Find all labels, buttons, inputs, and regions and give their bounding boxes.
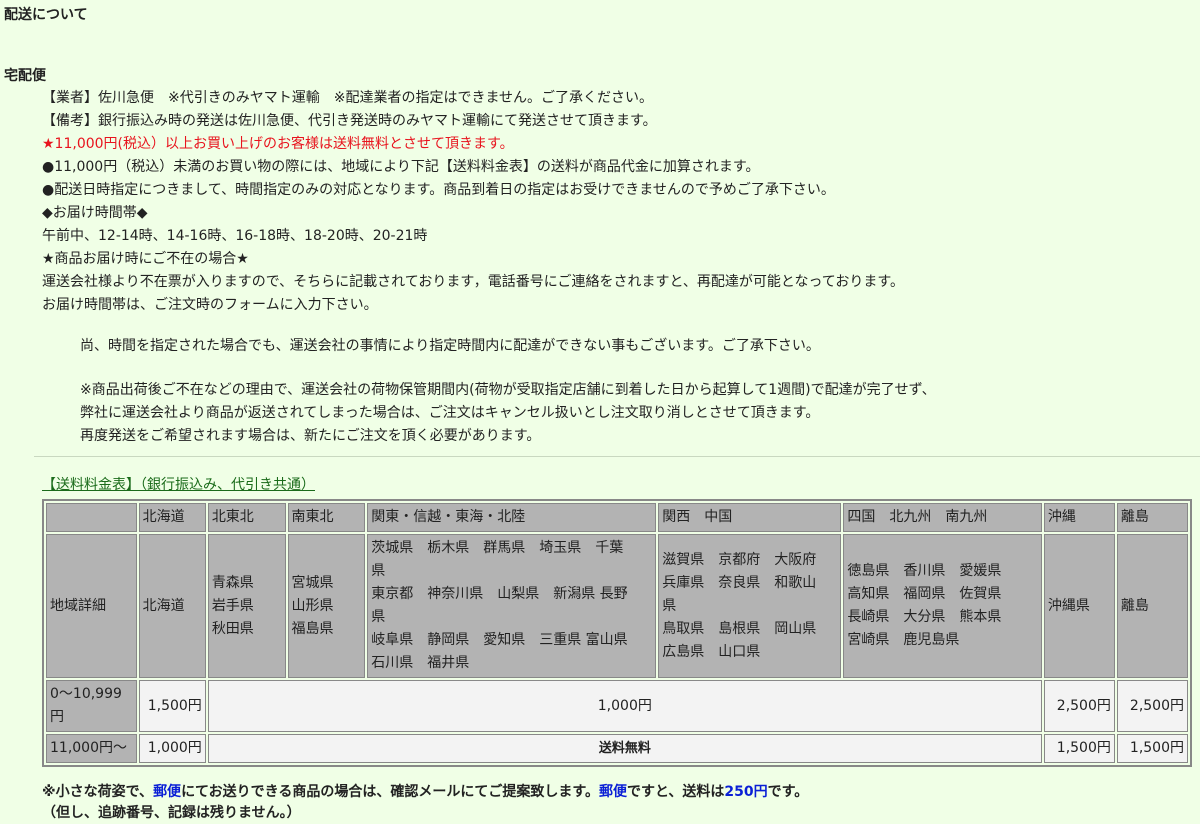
pref: 宮城県	[291, 574, 334, 591]
row2-hokkaido: 1,000円	[138, 734, 206, 763]
row1-ritou: 2,500円	[1116, 680, 1188, 732]
pref: 秋田県	[211, 620, 254, 637]
absent-text-1: 運送会社様より不在票が入りますので、そちらに記載されております，電話番号にご連絡…	[42, 274, 904, 290]
detail-kita-tohoku: 青森県 岩手県 秋田県	[207, 534, 286, 678]
header-shikoku-kyushu: 四国 北九州 南九州	[843, 503, 1042, 532]
row2-free-shipping: 送料無料	[207, 734, 1042, 763]
note-return-1: ※商品出荷後ご不在などの理由で、運送会社の荷物保管期間内(荷物が受取指定店舗に到…	[80, 382, 936, 398]
absent-text-2: お届け時間帯は、ご注文時のフォームに入力下さい。	[42, 297, 378, 313]
page-title: 配送について	[4, 7, 88, 23]
detail-okinawa: 沖縄県	[1043, 534, 1115, 678]
detail-label: 地域詳細	[46, 534, 137, 678]
free-shipping-line: ★11,000円(税込）以上お買い上げのお客様は送料無料とさせて頂きます。	[42, 136, 514, 152]
note-return-3: 再度発送をご希望されます場合は、新たにご注文を頂く必要があります。	[80, 428, 541, 444]
pref-line: 県	[662, 597, 677, 614]
row1-label: 0〜10,999円	[46, 680, 137, 732]
shipping-fee-table: 北海道 北東北 南東北 関東・信越・東海・北陸 関西 中国 四国 北九州 南九州…	[42, 499, 1192, 767]
footer-text: ですと、送料は	[626, 784, 725, 800]
footer-note: ※小さな荷姿で、郵便にてお送りできる商品の場合は、確認メールにてご提案致します。…	[42, 782, 808, 803]
pref-line: 宮崎県 鹿児島県	[847, 632, 960, 648]
delivery-time-line: ●配送日時指定につきまして、時間指定のみの対応となります。商品到着日の指定はお受…	[42, 182, 835, 198]
row2-label: 11,000円〜	[46, 734, 137, 763]
postal-price: 250円	[724, 784, 768, 800]
footer-note-2: （但し、追跡番号、記録は残りません。）	[42, 805, 301, 821]
pref: 岩手県	[211, 597, 254, 614]
pref-line: 滋賀県 京都府 大阪府	[662, 551, 817, 568]
detail-kanto: 茨城県 栃木県 群馬県 埼玉県 千葉 県 東京都 神奈川県 山梨県 新潟県 長野…	[367, 534, 657, 678]
divider	[34, 456, 1200, 457]
header-minami-tohoku: 南東北	[287, 503, 366, 532]
pref-line: 県	[371, 563, 386, 579]
pref-line: 長崎県 大分県 熊本県	[847, 609, 1002, 625]
yubin-text: 郵便	[598, 784, 627, 800]
footer-text: です。	[767, 784, 809, 800]
section-title: 宅配便	[4, 68, 46, 84]
pref: 山形県	[291, 597, 334, 614]
note-return-2: 弊社に運送会社より商品が返送されてしまった場合は、ご注文はキャンセル扱いとし注文…	[80, 405, 820, 421]
table-header-row: 北海道 北東北 南東北 関東・信越・東海・北陸 関西 中国 四国 北九州 南九州…	[46, 503, 1188, 532]
pref-line: 鳥取県 島根県 岡山県	[662, 620, 817, 637]
pref-line: 兵庫県 奈良県 和歌山	[662, 574, 817, 591]
detail-hokkaido: 北海道	[138, 534, 206, 678]
pref-line: 高知県 福岡県 佐賀県	[847, 586, 1002, 602]
table-detail-row: 地域詳細 北海道 青森県 岩手県 秋田県 宮城県 山形県 福島県 茨城県 栃木県…	[46, 534, 1188, 678]
carrier-line: 【業者】佐川急便 ※代引きのみヤマト運輸 ※配達業者の指定はできません。ご了承く…	[42, 90, 654, 106]
pref-line: 東京都 神奈川県 山梨県 新潟県 長野	[371, 586, 628, 602]
pref-line: 石川県 福井県	[371, 655, 470, 671]
time-slots-heading: ◆お届け時間帯◆	[42, 205, 148, 221]
footer-text: ※小さな荷姿で、	[42, 784, 154, 800]
table-row-over-threshold: 11,000円〜 1,000円 送料無料 1,500円 1,500円	[46, 734, 1188, 763]
remarks-line: 【備考】銀行振込み時の発送は佐川急便、代引き発送時のみヤマト運輸にて発送させて頂…	[42, 113, 657, 129]
header-kanto: 関東・信越・東海・北陸	[367, 503, 657, 532]
time-slots: 午前中、12-14時、14-16時、16-18時、18-20時、20-21時	[42, 228, 428, 244]
row2-ritou: 1,500円	[1116, 734, 1188, 763]
header-hokkaido: 北海道	[138, 503, 206, 532]
row1-hokkaido: 1,500円	[138, 680, 206, 732]
pref-line: 広島県 山口県	[662, 643, 761, 660]
yubin-text: 郵便	[153, 784, 182, 800]
pref-line: 県	[371, 609, 386, 625]
pref: 青森県	[211, 574, 254, 591]
pref-line: 徳島県 香川県 愛媛県	[847, 563, 1002, 579]
detail-minami-tohoku: 宮城県 山形県 福島県	[287, 534, 366, 678]
pref: 福島県	[291, 620, 334, 637]
under-threshold-line: ●11,000円（税込）未満のお買い物の際には、地域により下記【送料料金表】の送…	[42, 159, 760, 175]
header-kansai: 関西 中国	[658, 503, 842, 532]
detail-kansai: 滋賀県 京都府 大阪府 兵庫県 奈良県 和歌山 県 鳥取県 島根県 岡山県 広島…	[658, 534, 842, 678]
header-kita-tohoku: 北東北	[207, 503, 286, 532]
pref-line: 茨城県 栃木県 群馬県 埼玉県 千葉	[371, 540, 624, 556]
footer-text: にてお送りできる商品の場合は、確認メールにてご提案致します。	[181, 784, 599, 800]
header-okinawa: 沖縄	[1043, 503, 1115, 532]
note-time: 尚、時間を指定された場合でも、運送会社の事情により指定時間内に配達ができない事も…	[80, 338, 820, 354]
row1-okinawa: 2,500円	[1043, 680, 1115, 732]
table-caption: 【送料料金表】（銀行振込み、代引き共通）	[42, 477, 315, 493]
row1-mid-price: 1,000円	[207, 680, 1042, 732]
header-ritou: 離島	[1116, 503, 1188, 532]
detail-shikoku-kyushu: 徳島県 香川県 愛媛県 高知県 福岡県 佐賀県 長崎県 大分県 熊本県 宮崎県 …	[843, 534, 1042, 678]
table-row-under-threshold: 0〜10,999円 1,500円 1,000円 2,500円 2,500円	[46, 680, 1188, 732]
header-blank	[46, 503, 137, 532]
absent-heading: ★商品お届け時にご不在の場合★	[42, 251, 249, 267]
row2-okinawa: 1,500円	[1043, 734, 1115, 763]
detail-ritou: 離島	[1116, 534, 1188, 678]
pref-line: 岐阜県 静岡県 愛知県 三重県 富山県	[371, 632, 628, 648]
